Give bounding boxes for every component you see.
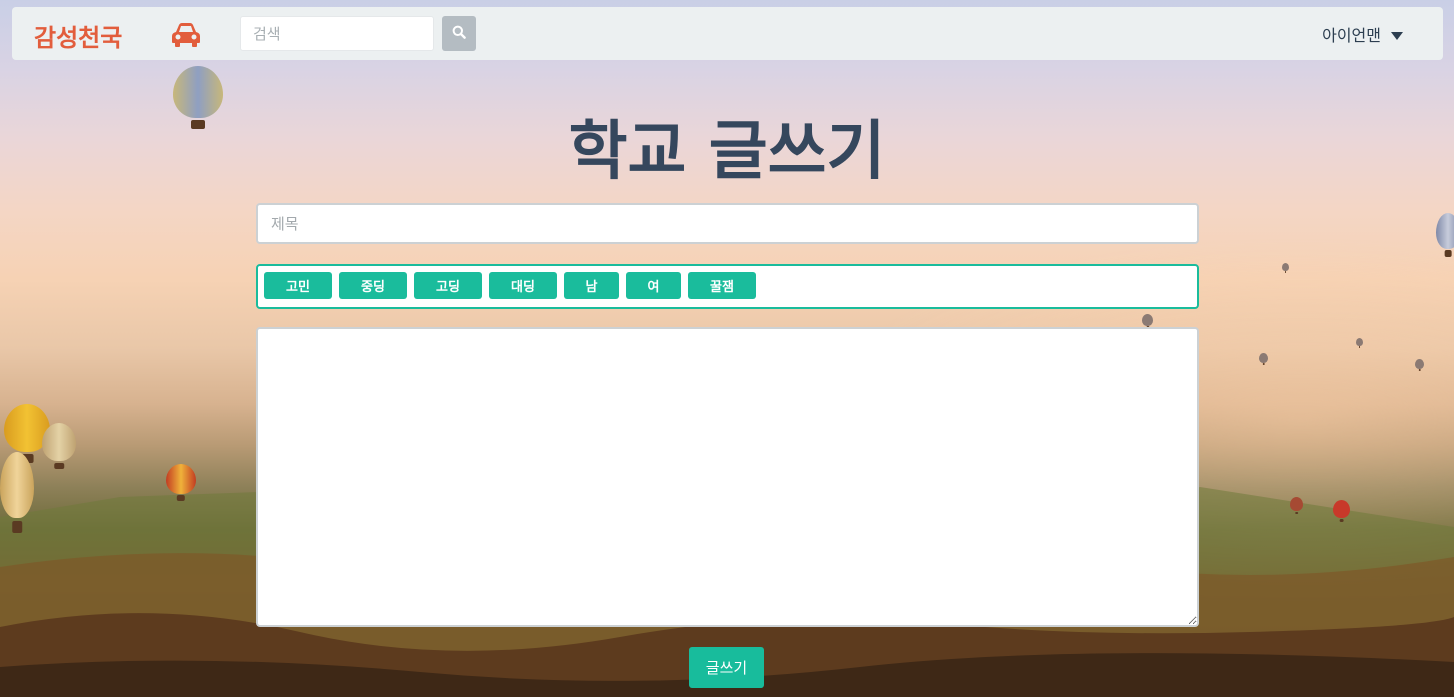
tag-button[interactable]: 여 xyxy=(626,272,681,299)
search-button[interactable] xyxy=(442,16,476,51)
caret-down-icon xyxy=(1391,31,1403,40)
balloon-decoration xyxy=(1282,263,1289,271)
tag-button[interactable]: 남 xyxy=(564,272,619,299)
balloon-decoration xyxy=(1142,314,1153,326)
search-input[interactable] xyxy=(240,16,434,51)
tag-button[interactable]: 고딩 xyxy=(414,272,482,299)
brand-logo[interactable]: 감성천국 xyxy=(34,18,122,53)
car-icon[interactable] xyxy=(170,22,202,48)
post-content-textarea[interactable] xyxy=(256,327,1199,627)
tag-button[interactable]: 중딩 xyxy=(339,272,407,299)
balloon-decoration xyxy=(1436,213,1454,249)
submit-post-button[interactable]: 글쓰기 xyxy=(689,647,764,688)
balloon-decoration xyxy=(0,452,34,518)
user-menu-dropdown[interactable]: 아이언맨 xyxy=(1322,22,1403,46)
top-navbar: 감성천국 아이언맨 xyxy=(12,7,1443,60)
tag-button[interactable]: 고민 xyxy=(264,272,332,299)
balloon-decoration xyxy=(1290,497,1303,511)
page-title: 학교 글쓰기 xyxy=(568,115,886,189)
balloon-decoration xyxy=(4,404,50,452)
tag-button[interactable]: 대딩 xyxy=(489,272,557,299)
balloon-decoration xyxy=(1415,359,1424,369)
post-title-input[interactable] xyxy=(256,203,1199,244)
balloon-decoration xyxy=(1259,353,1268,363)
balloon-decoration xyxy=(1356,338,1363,346)
balloon-decoration xyxy=(42,423,76,461)
user-name: 아이언맨 xyxy=(1322,26,1381,45)
balloon-decoration xyxy=(1333,500,1350,518)
balloon-decoration xyxy=(166,464,196,494)
search-icon xyxy=(452,24,466,43)
tag-selector: 고민 중딩 고딩 대딩 남 여 꿀잼 xyxy=(256,264,1199,309)
tag-button[interactable]: 꿀잼 xyxy=(688,272,756,299)
